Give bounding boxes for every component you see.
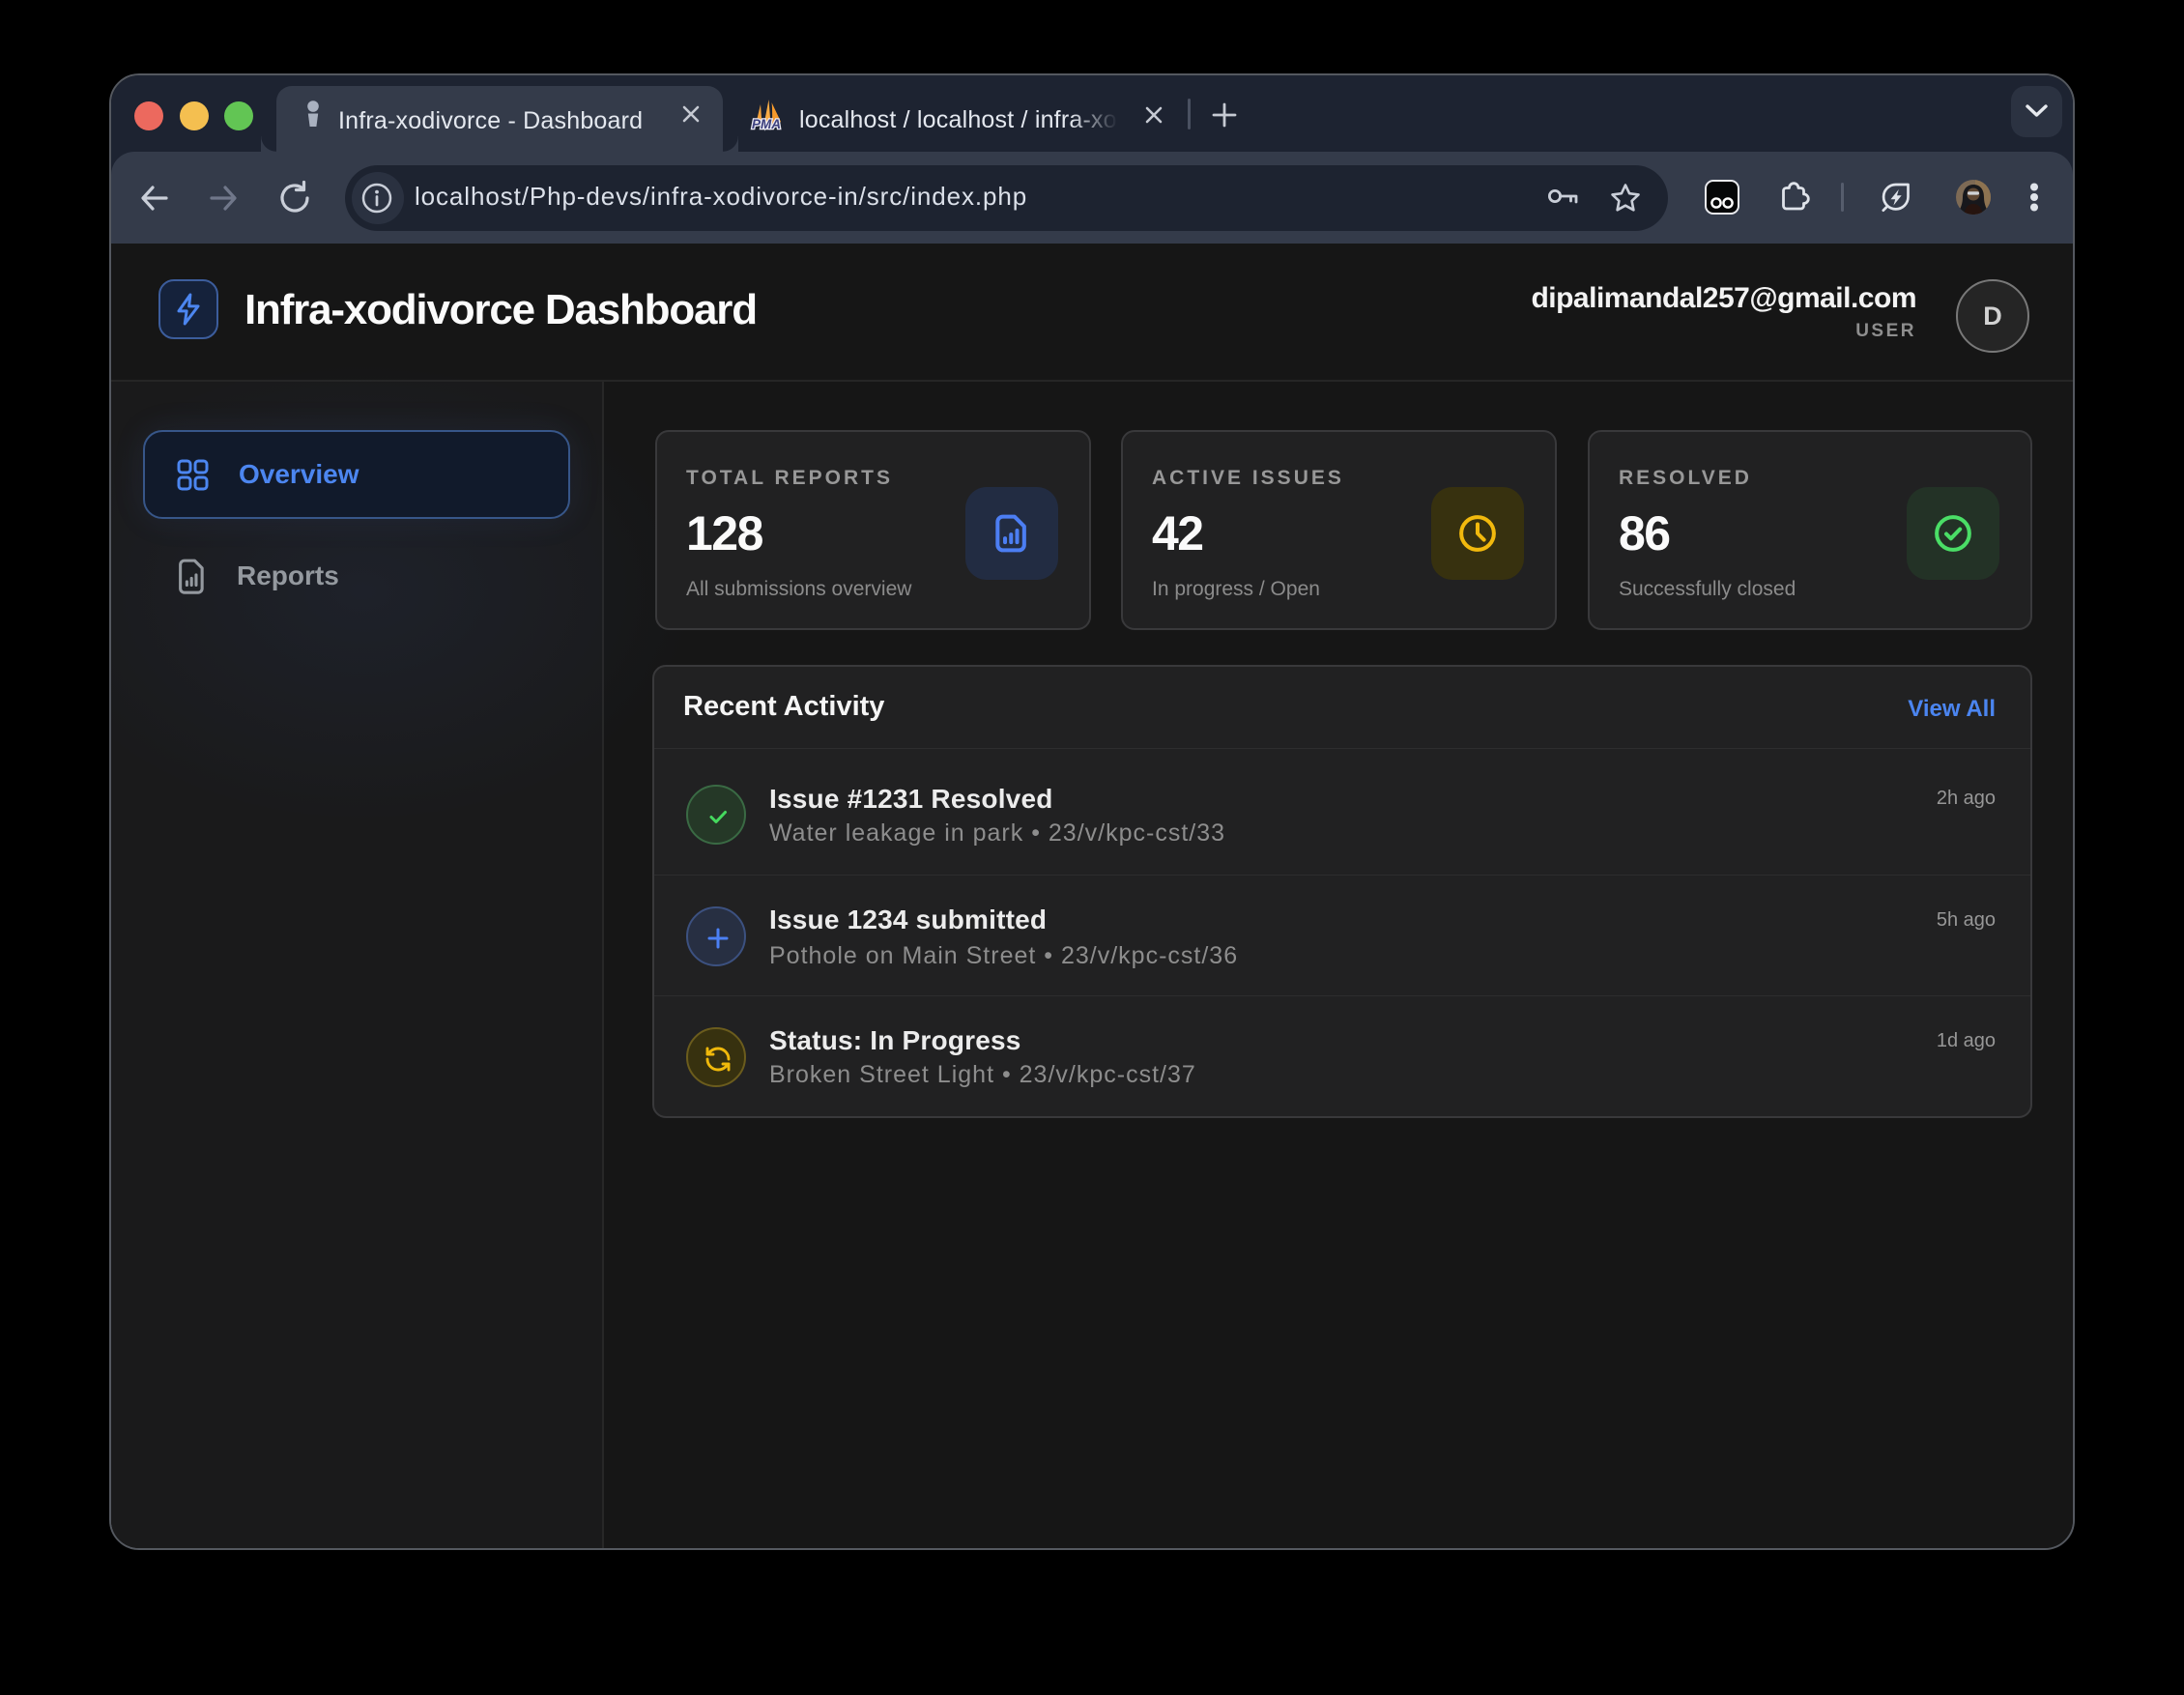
svg-text:PMA: PMA bbox=[752, 117, 781, 131]
